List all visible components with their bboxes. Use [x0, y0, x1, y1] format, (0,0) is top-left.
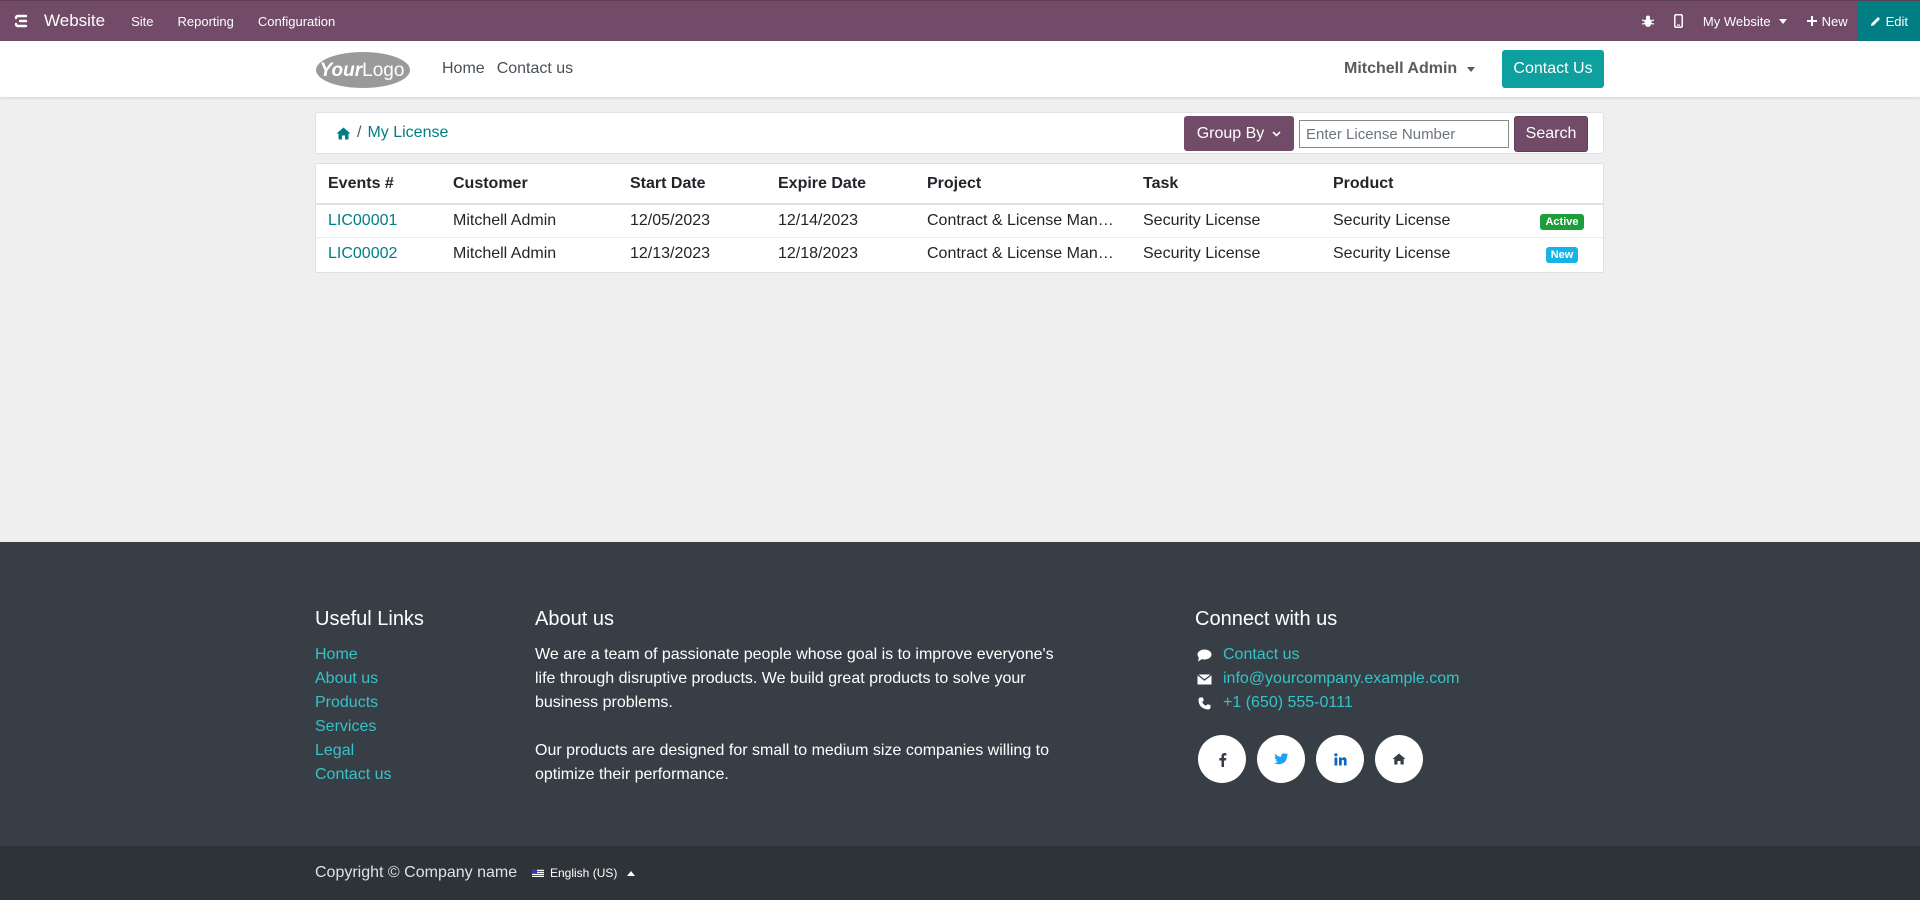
- cell-customer: Mitchell Admin: [441, 204, 618, 238]
- connect-section: Connect with us Contact us info@yourcomp…: [1195, 608, 1525, 783]
- column-header: Customer: [441, 164, 618, 205]
- contact-us-button[interactable]: Contact Us: [1502, 50, 1604, 88]
- cell-task: Security License: [1131, 204, 1321, 238]
- chevron-up-icon: [627, 870, 636, 876]
- website-switcher-label: My Website: [1702, 13, 1771, 29]
- home-icon[interactable]: [336, 127, 351, 140]
- column-header: [1521, 164, 1603, 205]
- useful-links-title: Useful Links: [315, 608, 424, 630]
- new-button[interactable]: New: [1797, 1, 1858, 42]
- cell-expire-date: 12/18/2023: [778, 244, 859, 262]
- breadcrumb-current: My License: [367, 124, 449, 141]
- linkedin-icon[interactable]: [1316, 735, 1364, 783]
- website-switcher[interactable]: My Website: [1693, 1, 1797, 42]
- column-header: Events #: [316, 164, 441, 205]
- svg-text:YourLogo: YourLogo: [320, 60, 405, 81]
- pencil-icon: [1870, 16, 1880, 26]
- footer-link-contact[interactable]: Contact us: [315, 766, 391, 783]
- search-button[interactable]: Search: [1514, 116, 1588, 152]
- comment-icon: [1195, 649, 1213, 662]
- about-title: About us: [535, 608, 614, 630]
- nav-contact-us[interactable]: Contact us: [497, 60, 573, 78]
- footer-link-products[interactable]: Products: [315, 694, 378, 711]
- breadcrumb: / My License: [336, 113, 448, 153]
- cell-project: Contract & License Management: [927, 244, 1131, 262]
- chevron-down-icon: [1272, 130, 1281, 137]
- cell-start-date: 12/05/2023: [618, 204, 766, 238]
- menu-site[interactable]: Site: [119, 1, 165, 42]
- facebook-icon[interactable]: [1198, 735, 1246, 783]
- cell-product: Security License: [1321, 204, 1521, 238]
- column-header: Start Date: [618, 164, 766, 205]
- column-header: Expire Date: [766, 164, 915, 205]
- site-header: YourLogo Home Contact us Mitchell Admin …: [0, 41, 1920, 97]
- footer-link-about[interactable]: About us: [315, 670, 378, 687]
- us-flag-icon: [532, 869, 544, 877]
- footer-link-home[interactable]: Home: [315, 646, 358, 663]
- license-search-input[interactable]: [1299, 120, 1509, 148]
- cell-product: Security License: [1333, 244, 1451, 262]
- column-header: Project: [915, 164, 1131, 205]
- chevron-down-icon: [1778, 18, 1787, 24]
- column-header: Task: [1131, 164, 1321, 205]
- menu-configuration[interactable]: Configuration: [246, 1, 347, 42]
- useful-links-section: Useful Links Home About us Products Serv…: [315, 608, 515, 787]
- chevron-down-icon: [1467, 66, 1476, 72]
- admin-top-bar: Website Site Reporting Configuration My …: [0, 0, 1920, 42]
- apps-menu-icon[interactable]: [0, 1, 44, 42]
- company-logo[interactable]: YourLogo: [315, 51, 411, 89]
- copyright-text: Copyright © Company name: [315, 864, 518, 881]
- cell-expire-date: 12/14/2023: [766, 204, 915, 238]
- status-badge: New: [1545, 246, 1579, 263]
- table-header-row: Events # Customer Start Date Expire Date…: [316, 164, 1603, 205]
- cell-task: Security License: [1143, 244, 1261, 262]
- about-text-1: We are a team of passionate people whose…: [535, 646, 1054, 711]
- table-row[interactable]: LIC00002 Mitchell Admin 12/13/2023 12/18…: [316, 237, 1603, 270]
- footer-link-legal[interactable]: Legal: [315, 742, 354, 759]
- license-number-link[interactable]: LIC00002: [328, 245, 397, 262]
- language-label: English (US): [550, 866, 618, 880]
- cell-start-date: 12/13/2023: [630, 244, 711, 262]
- envelope-icon: [1195, 673, 1213, 685]
- plus-icon: [1806, 16, 1817, 26]
- mobile-preview-icon[interactable]: [1664, 1, 1693, 42]
- user-name: Mitchell Admin: [1344, 60, 1458, 77]
- footer-link-services[interactable]: Services: [315, 718, 376, 735]
- app-name[interactable]: Website: [44, 11, 105, 31]
- table-row[interactable]: LIC00001 Mitchell Admin 12/05/2023 12/14…: [316, 204, 1603, 238]
- phone-icon: [1195, 697, 1213, 710]
- nav-home[interactable]: Home: [442, 60, 485, 78]
- new-button-label: New: [1821, 13, 1848, 29]
- about-section: About us We are a team of passionate peo…: [535, 608, 1065, 787]
- group-by-label: Group By: [1196, 124, 1265, 142]
- cell-customer: Mitchell Admin: [453, 244, 557, 262]
- connect-title: Connect with us: [1195, 608, 1338, 630]
- breadcrumb-separator: /: [357, 124, 362, 141]
- main-nav: Home Contact us: [442, 41, 573, 97]
- copyright-bar: Copyright © Company name English (US): [0, 846, 1920, 900]
- language-selector[interactable]: English (US): [532, 846, 636, 900]
- debug-icon[interactable]: [1632, 1, 1664, 42]
- edit-button[interactable]: Edit: [1857, 0, 1920, 42]
- connect-email-link[interactable]: info@yourcompany.example.com: [1223, 667, 1460, 691]
- social-links: [1198, 735, 1525, 783]
- cell-project: Contract & License Management: [915, 204, 1131, 238]
- group-by-select[interactable]: Group By: [1184, 116, 1294, 151]
- connect-phone-link[interactable]: +1 (650) 555-0111: [1223, 691, 1353, 715]
- home-icon[interactable]: [1375, 735, 1423, 783]
- site-footer: Useful Links Home About us Products Serv…: [0, 542, 1920, 846]
- twitter-icon[interactable]: [1257, 735, 1305, 783]
- column-header: Product: [1321, 164, 1521, 205]
- status-badge: Active: [1540, 213, 1584, 230]
- menu-reporting[interactable]: Reporting: [166, 1, 246, 42]
- breadcrumb-bar: / My License Group By Search: [315, 112, 1604, 154]
- connect-contact-link[interactable]: Contact us: [1223, 643, 1299, 667]
- license-table: Events # Customer Start Date Expire Date…: [315, 163, 1604, 273]
- user-menu[interactable]: Mitchell Admin: [1344, 41, 1476, 97]
- edit-button-label: Edit: [1885, 13, 1908, 29]
- about-text-2: Our products are designed for small to m…: [535, 742, 1050, 783]
- license-number-link[interactable]: LIC00001: [328, 212, 397, 229]
